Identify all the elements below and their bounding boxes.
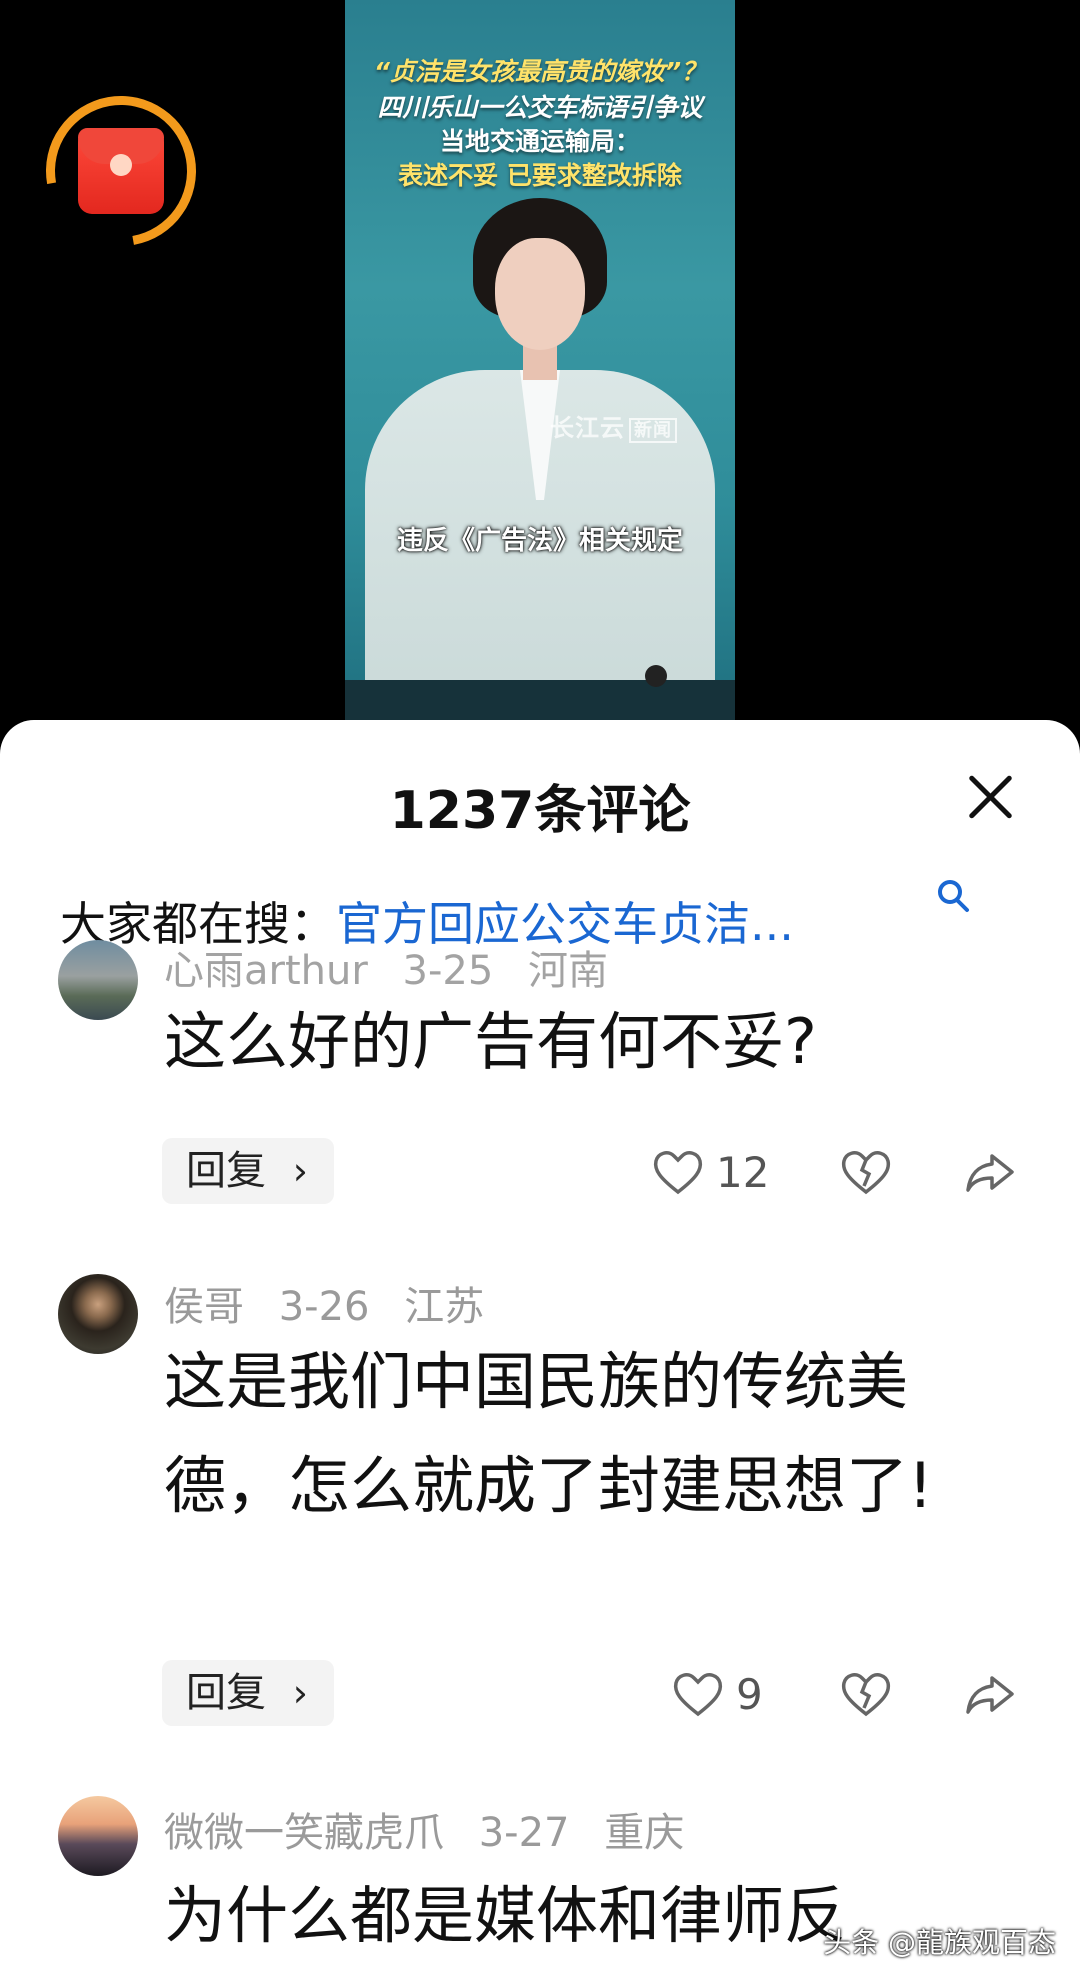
comment-meta: 侯哥 3-26 江苏 [164, 1274, 506, 1332]
video-headline-3: 当地交通运输局： [439, 127, 640, 156]
video-frame[interactable]: “贞洁是女孩最高贵的嫁妆”？ 四川乐山一公交车标语引争议 当地交通运输局： 表述… [345, 0, 735, 720]
video-subtitle: 违反《广告法》相关规定 [396, 526, 683, 556]
comment-region: 重庆 [604, 1810, 685, 1856]
chevron-right-icon: › [292, 1149, 308, 1193]
comment-meta: 微微一笑藏虎爪 3-27 重庆 [164, 1800, 706, 1858]
avatar[interactable] [58, 940, 138, 1020]
comment-region: 江苏 [404, 1284, 485, 1330]
comment-text: 这么好的广告有何不妥? [164, 1005, 817, 1078]
video-headline-1: “贞洁是女孩最高贵的嫁妆”？ [373, 57, 707, 86]
heart-icon [653, 1151, 703, 1195]
like-count: 12 [716, 1147, 770, 1197]
comment-date: 3-26 [278, 1284, 370, 1330]
heart-icon [673, 1673, 723, 1717]
like-button[interactable]: 9 [670, 1664, 763, 1724]
share-icon[interactable] [962, 1144, 1018, 1200]
share-icon[interactable] [962, 1666, 1018, 1722]
dislike-heart-icon[interactable] [838, 1666, 894, 1722]
channel-brand: 长江云 [550, 414, 625, 442]
source-watermark: 头条 @龍族观百态 [823, 1926, 1056, 1959]
comments-sheet: 1237条评论 大家都在搜：官方回应公交车贞洁... 心雨arthur 3-25… [0, 720, 1080, 1977]
video-headline-4: 表述不妥 已要求整改拆除 [398, 161, 682, 190]
video-area[interactable]: “贞洁是女孩最高贵的嫁妆”？ 四川乐山一公交车标语引争议 当地交通运输局： 表述… [0, 0, 1080, 760]
comment-username[interactable]: 心雨arthur [164, 948, 368, 994]
dislike-heart-icon[interactable] [838, 1144, 894, 1200]
like-button[interactable]: 12 [650, 1142, 769, 1202]
comment-region: 河南 [528, 948, 609, 994]
comment-username[interactable]: 微微一笑藏虎爪 [164, 1810, 444, 1856]
channel-tag: 新闻 [629, 418, 677, 443]
red-packet-seal [110, 154, 132, 176]
comment-date: 3-27 [478, 1810, 570, 1856]
search-icon[interactable] [935, 878, 971, 914]
chevron-right-icon: › [292, 1671, 308, 1715]
video-headline-2: 四川乐山一公交车标语引争议 [377, 93, 703, 122]
channel-watermark: 长江云 新闻 [550, 408, 677, 443]
reply-label: 回复 [186, 1670, 266, 1716]
like-count: 9 [736, 1669, 763, 1719]
reply-button[interactable]: 回复 › [162, 1138, 334, 1204]
comment-date: 3-25 [402, 948, 494, 994]
avatar[interactable] [58, 1274, 138, 1354]
close-icon[interactable] [965, 772, 1015, 822]
news-desk [345, 680, 735, 720]
comment-username[interactable]: 侯哥 [164, 1284, 244, 1330]
microphone [645, 665, 667, 687]
comments-title: 1237条评论 [389, 781, 691, 841]
news-anchor-face [495, 238, 585, 350]
comment-meta: 心雨arthur 3-25 河南 [164, 938, 630, 996]
reply-button[interactable]: 回复 › [162, 1660, 334, 1726]
avatar[interactable] [58, 1796, 138, 1876]
comment-text: 这是我们中国民族的传统美德，怎么就成了封建思想了! [164, 1345, 933, 1522]
reply-label: 回复 [186, 1148, 266, 1194]
